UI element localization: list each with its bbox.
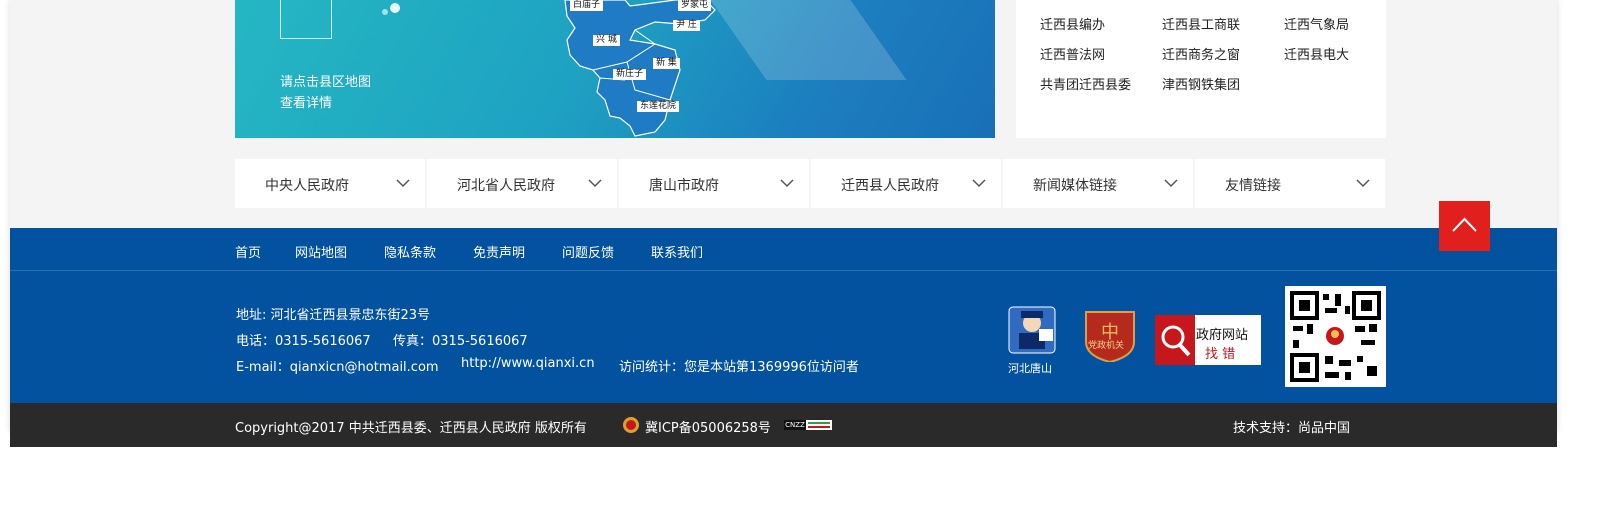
tech-support-text[interactable]: 技术支持：尚品中国 — [1233, 417, 1350, 436]
dropdown-friend-links[interactable]: 友情链接 — [1195, 159, 1385, 208]
footer-address: 地址: 河北省迁西县景忠东街23号 — [236, 308, 431, 323]
dropdown-hebei-gov[interactable]: 河北省人民政府 — [427, 159, 617, 208]
town-yinzhuang[interactable]: 尹 庄 — [673, 20, 700, 31]
hebei-tangshan-label: 河北唐山 — [1008, 362, 1052, 375]
footer-nav-home[interactable]: 首页 — [235, 242, 261, 261]
footer-phone: 电话：0315-5616067 — [236, 334, 371, 349]
footer-nav-bar: 首页 网站地图 隐私条款 免责声明 问题反馈 联系我们 — [10, 228, 1557, 271]
map-hint: 请点击县区地图 查看详情 — [280, 72, 371, 114]
dropdown-tangshan-gov[interactable]: 唐山市政府 — [619, 159, 809, 208]
cnzz-bar-red — [808, 426, 830, 428]
chevron-down-icon — [588, 179, 602, 188]
footer-email[interactable]: E-mail：qianxicn@hotmail.com — [236, 356, 439, 375]
chevron-down-icon — [396, 179, 410, 188]
icp-record-link[interactable]: 冀ICP备05006258号 — [645, 417, 771, 436]
dropdown-label: 迁西县人民政府 — [841, 178, 939, 194]
town-donglianhuayuan[interactable]: 东莲花院 — [637, 101, 680, 112]
footer-nav-privacy[interactable]: 隐私条款 — [384, 242, 436, 261]
link-item[interactable]: 津西钢铁集团 — [1162, 74, 1240, 93]
town-luojiatun[interactable]: 罗家屯 — [678, 0, 712, 11]
map-hint-line2: 查看详情 — [280, 96, 333, 111]
town-xinji[interactable]: 新 集 — [653, 58, 680, 69]
gov-error-line1: 政府网站 — [1196, 328, 1249, 343]
footer-visit-count: 访问统计：您是本站第1369996位访问者 — [619, 360, 859, 375]
qr-code — [1285, 286, 1386, 387]
dropdown-central-gov[interactable]: 中央人民政府 — [235, 159, 425, 208]
police-emblem-icon — [623, 417, 639, 433]
dropdown-label: 河北省人民政府 — [457, 178, 555, 194]
link-item[interactable]: 迁西县编办 — [1040, 14, 1105, 33]
town-xinzhuangzi[interactable]: 新庄子 — [613, 69, 647, 80]
county-map-panel[interactable]: 白庙子 罗家屯 尹 庄 兴 城 新 集 新庄子 东莲花院 请点击县区地图 查看详… — [235, 0, 995, 138]
town-baimiaozi[interactable]: 白庙子 — [570, 0, 604, 11]
dropdown-label: 友情链接 — [1225, 178, 1281, 194]
police-badge-icon[interactable] — [1005, 301, 1061, 357]
link-item[interactable]: 迁西县工商联 — [1162, 14, 1240, 33]
party-seal-label: 党政机关 — [1088, 341, 1125, 351]
map-hint-line1: 请点击县区地图 — [280, 75, 372, 90]
cnzz-stat-badge[interactable]: CNZZ — [784, 420, 832, 430]
town-xingcheng[interactable]: 兴 城 — [593, 35, 620, 46]
gov-error-line2: 找 错 — [1205, 347, 1236, 362]
footer-nav-sitemap[interactable]: 网站地图 — [295, 242, 347, 261]
magnifier-icon — [1155, 315, 1195, 365]
footer-nav-feedback[interactable]: 问题反馈 — [562, 242, 614, 261]
chevron-down-icon — [780, 179, 794, 188]
copyright-text: Copyright@2017 中共迁西县委、迁西县人民政府 版权所有 — [235, 421, 587, 436]
chevron-up-icon — [1452, 217, 1477, 232]
cnzz-label: CNZZ — [784, 420, 806, 430]
chevron-down-icon — [972, 179, 986, 188]
link-item[interactable]: 迁西县电大 — [1284, 44, 1349, 63]
footer-nav-disclaimer[interactable]: 免责声明 — [473, 242, 525, 261]
dropdown-qianxi-gov[interactable]: 迁西县人民政府 — [811, 159, 1001, 208]
footer-copyright-bar: Copyright@2017 中共迁西县委、迁西县人民政府 版权所有 冀ICP备… — [10, 403, 1557, 447]
dropdown-label: 新闻媒体链接 — [1033, 178, 1117, 194]
cnzz-bar-green — [808, 422, 830, 424]
party-seal-icon[interactable]: 中 — [1082, 306, 1138, 362]
link-item[interactable]: 迁西普法网 — [1040, 44, 1105, 63]
chevron-down-icon — [1356, 179, 1370, 188]
link-item[interactable]: 共青团迁西县委 — [1040, 74, 1131, 93]
dropdown-label: 唐山市政府 — [649, 178, 719, 194]
link-item[interactable]: 迁西气象局 — [1284, 14, 1349, 33]
footer-fax: 传真：0315-5616067 — [393, 334, 528, 349]
back-to-top-button[interactable] — [1439, 201, 1490, 251]
dropdown-label: 中央人民政府 — [265, 178, 349, 194]
related-links-box: 迁西县编办 迁西县工商联 迁西气象局 迁西普法网 迁西商务之窗 迁西县电大 共青… — [1016, 0, 1386, 138]
footer-nav-contact[interactable]: 联系我们 — [651, 242, 703, 261]
link-item[interactable]: 迁西商务之窗 — [1162, 44, 1240, 63]
link-dropdown-row: 中央人民政府 河北省人民政府 唐山市政府 迁西县人民政府 新闻媒体链接 友情链接 — [235, 159, 1385, 208]
dropdown-media-links[interactable]: 新闻媒体链接 — [1003, 159, 1193, 208]
qr-code-icon — [1290, 291, 1381, 382]
gov-site-error-badge[interactable]: 政府网站 找 错 — [1155, 315, 1261, 365]
footer-website[interactable]: http://www.qianxi.cn — [461, 356, 595, 371]
chevron-down-icon — [1164, 179, 1178, 188]
